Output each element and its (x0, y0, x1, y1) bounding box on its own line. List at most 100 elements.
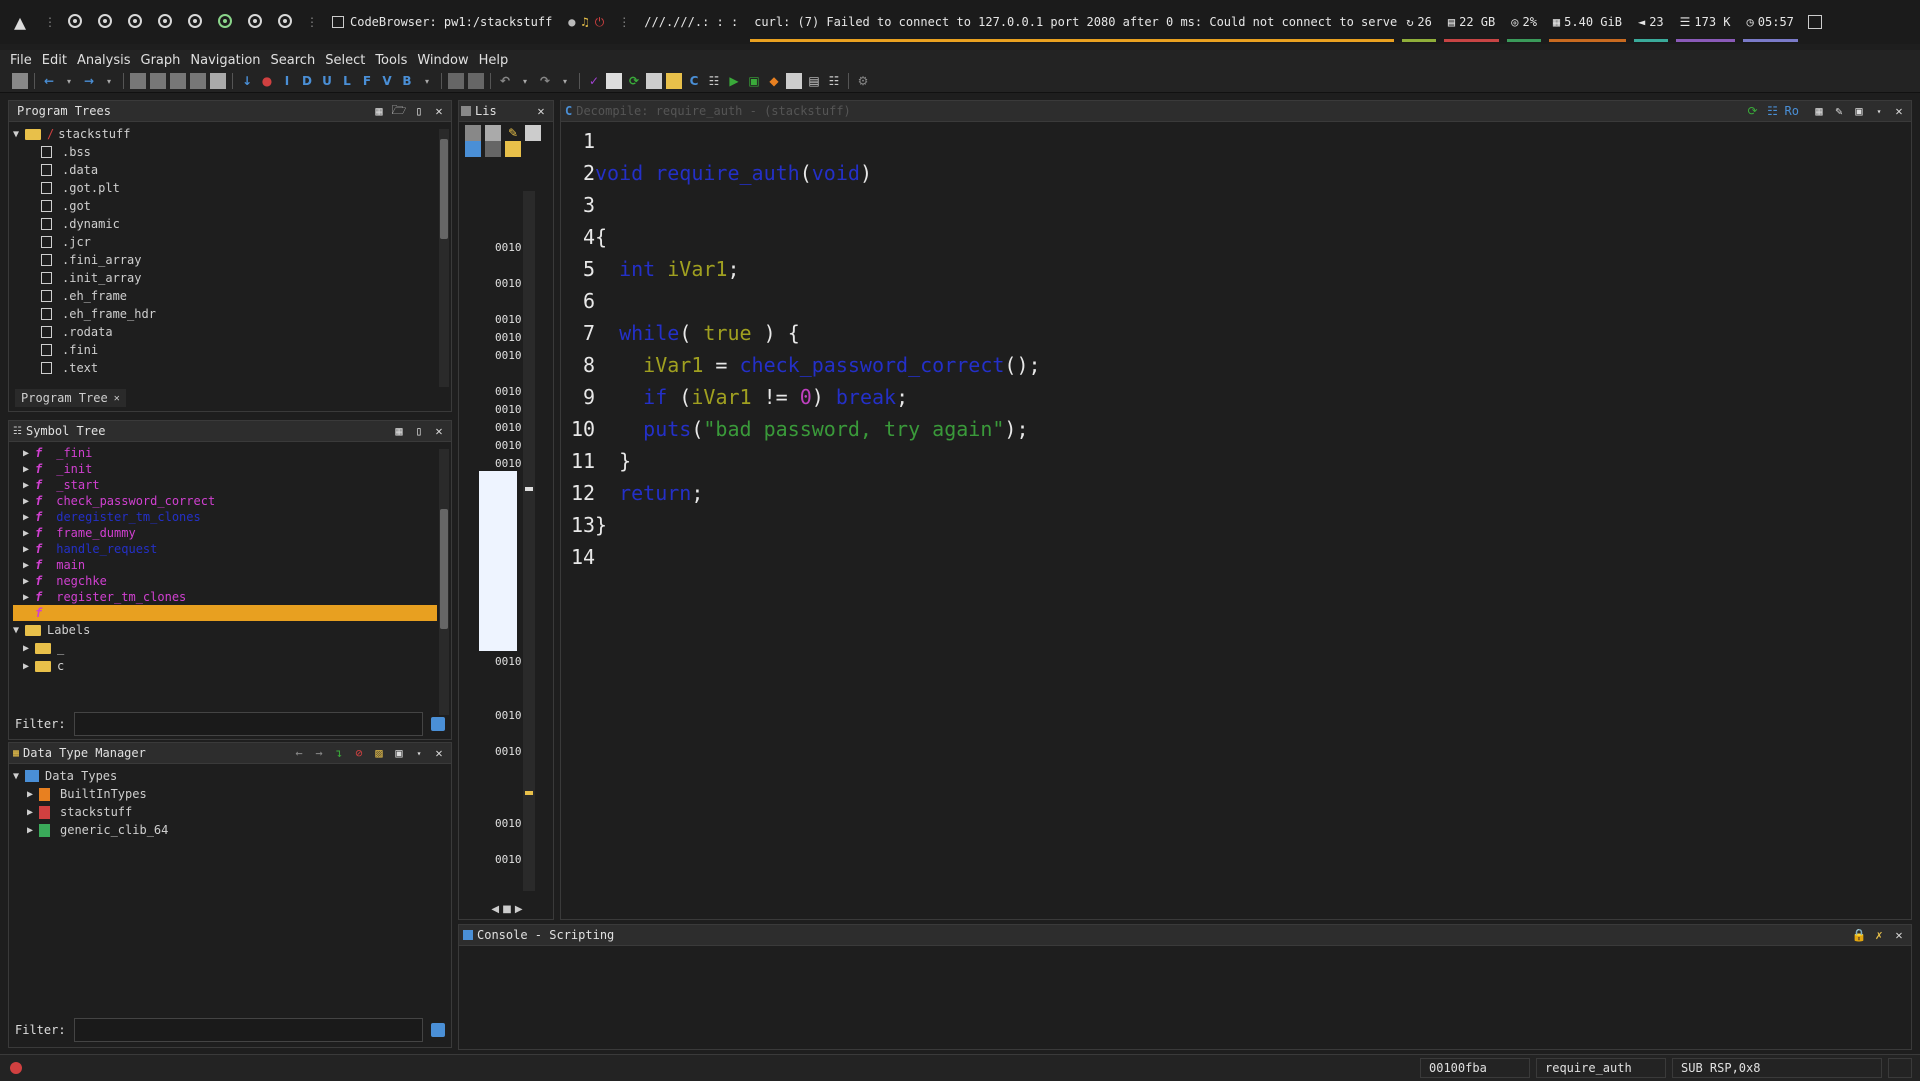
code-line-11[interactable]: 11 } (571, 445, 1041, 477)
listing-address[interactable]: 0010 (495, 745, 522, 758)
program-tree-item[interactable]: .eh_frame (13, 287, 437, 305)
menu-search[interactable]: Search (271, 53, 316, 68)
decompile-icon[interactable]: C (686, 73, 702, 89)
dtm-filter-input[interactable] (73, 1018, 423, 1042)
close-icon[interactable]: ✕ (431, 745, 447, 761)
expand-arrow-icon[interactable]: ▼ (13, 771, 25, 782)
stat-memory[interactable]: ▦ 5.40 GiB (1545, 0, 1630, 44)
code-line-13[interactable]: 13} (571, 509, 1041, 541)
symbol-function-item[interactable]: ▶ f frame_dummy (13, 525, 437, 541)
workspace-6-icon[interactable] (218, 13, 232, 28)
settings-icon[interactable]: ⚙ (855, 73, 871, 89)
refresh-icon[interactable]: ⟳ (1745, 103, 1761, 119)
code-line-4[interactable]: 4{ (571, 221, 1041, 253)
symbol-function-item[interactable]: ▶ f main (13, 557, 437, 573)
toolbar-letter-b-button[interactable]: B (399, 73, 415, 89)
dtm-menu-icon[interactable]: ▾ (411, 745, 427, 761)
code-line-6[interactable]: 6 (571, 285, 1041, 317)
letters-dropdown-icon[interactable]: ▾ (419, 73, 435, 89)
run-icon[interactable]: ▶ (726, 73, 742, 89)
labels-node[interactable]: ▼ Labels (13, 621, 437, 639)
expand-arrow-icon[interactable]: ▶ (27, 825, 39, 836)
undo-icon[interactable]: ↶ (497, 73, 513, 89)
program-tree-item[interactable]: .fini (13, 341, 437, 359)
edit-icon[interactable]: ✎ (1831, 103, 1847, 119)
symbol-function-item[interactable]: ▶ f _fini (13, 445, 437, 461)
symbol-function-item[interactable]: ▶ f check_password_correct (13, 493, 437, 509)
forward-arrow-icon[interactable]: → (81, 73, 97, 89)
menu-navigation[interactable]: Navigation (190, 53, 260, 68)
menu-file[interactable]: File (10, 53, 32, 68)
listing-address[interactable]: 0010 (495, 457, 522, 470)
open-folder-icon[interactable]: 🗁 (391, 103, 407, 119)
listing-address[interactable]: 0010 (495, 241, 522, 254)
nav-icon-4[interactable] (190, 73, 206, 89)
program-tree-item[interactable]: .bss (13, 143, 437, 161)
listing-address[interactable]: 0010 (495, 655, 522, 668)
code-line-12[interactable]: 12 return; (571, 477, 1041, 509)
close-icon[interactable]: ✕ (1891, 103, 1907, 119)
snapshot-icon[interactable]: ▣ (1851, 103, 1867, 119)
diamond-icon[interactable]: ◆ (766, 73, 782, 89)
data-type-archive-item[interactable]: ▶ stackstuff (13, 803, 437, 821)
back-arrow-icon[interactable]: ← (41, 73, 57, 89)
nav-icon-1[interactable] (130, 73, 146, 89)
program-tree-item[interactable]: .init_array (13, 269, 437, 287)
listing-address[interactable]: 0010 (495, 331, 522, 344)
workspace-2-icon[interactable] (98, 13, 112, 28)
redo-icon[interactable]: ↷ (537, 73, 553, 89)
tree-root-stackstuff[interactable]: ▼ / stackstuff (13, 125, 437, 143)
toolbar-letter-v-button[interactable]: V (379, 73, 395, 89)
power-icon[interactable]: ⏻ (595, 15, 605, 30)
toolbar-letter-l-button[interactable]: L (339, 73, 355, 89)
symbol-filter-input[interactable] (73, 712, 423, 736)
dtm-back-icon[interactable]: ← (291, 745, 307, 761)
listing-scrollbar[interactable] (523, 191, 535, 891)
listing-address[interactable]: 0010 (495, 313, 522, 326)
paste-icon[interactable] (485, 125, 501, 141)
code-line-14[interactable]: 14 (571, 541, 1041, 573)
program-tree-tab[interactable]: Program Tree ✕ (15, 389, 126, 407)
listing-address[interactable]: 0010 (495, 853, 522, 866)
workspace-5-icon[interactable] (188, 13, 202, 28)
dtm-arrow-icon[interactable]: ↴ (331, 745, 347, 761)
expand-arrow-icon[interactable]: ▶ (23, 464, 35, 475)
program-tree-scrollbar[interactable] (439, 129, 449, 387)
expand-arrow-icon[interactable]: ▶ (23, 496, 35, 507)
folder-icon[interactable] (666, 73, 682, 89)
down-arrow-icon[interactable]: ↓ (239, 73, 255, 89)
label-folder-item[interactable]: ▶ _ (13, 639, 437, 657)
code-line-9[interactable]: 9 if (iVar1 != 0) break; (571, 381, 1041, 413)
tab-close-icon[interactable]: ✕ (114, 393, 120, 404)
symbol-function-item[interactable]: ▶ f register_tm_clones (13, 589, 437, 605)
listing-address[interactable]: 0010 (495, 403, 522, 416)
code-line-5[interactable]: 5 int iVar1; (571, 253, 1041, 285)
menu-help[interactable]: Help (479, 53, 509, 68)
program-tree-item[interactable]: .jcr (13, 233, 437, 251)
expand-arrow-icon[interactable]: ▼ (13, 129, 25, 140)
code-line-2[interactable]: 2 void require_auth(void) (571, 157, 1041, 189)
menu-icon[interactable]: ▾ (1871, 103, 1887, 119)
symbol-function-item[interactable]: ▶ f handle_request (13, 541, 437, 557)
stat-cpu[interactable]: ◎ 2% (1503, 0, 1545, 44)
graph-icon[interactable]: ☷ (706, 73, 722, 89)
expand-arrow-icon[interactable]: ▶ (27, 807, 39, 818)
nav-icon-3[interactable] (170, 73, 186, 89)
expand-arrow-icon[interactable]: ▶ (23, 528, 35, 539)
clear-console-icon[interactable]: ✗ (1871, 927, 1887, 943)
graph-icon[interactable]: ☷ (1765, 103, 1781, 119)
program-tree-item[interactable]: .data (13, 161, 437, 179)
program-tree-item[interactable]: .eh_frame_hdr (13, 305, 437, 323)
error-status-icon[interactable] (10, 1062, 22, 1074)
script-icon[interactable]: ▤ (806, 73, 822, 89)
tray-icon[interactable] (1807, 15, 1822, 29)
table-icon[interactable] (786, 73, 802, 89)
back-dropdown-icon[interactable]: ▾ (61, 73, 77, 89)
stat-disk[interactable]: ▤ 22 GB (1440, 0, 1503, 44)
check-icon[interactable]: ✓ (586, 73, 602, 89)
workspace-1-icon[interactable] (68, 13, 82, 28)
expand-arrow-icon[interactable]: ▶ (23, 592, 35, 603)
user-icon[interactable]: ● (568, 15, 575, 29)
symbol-function-item[interactable]: ▶ f negchke (13, 573, 437, 589)
save-icon[interactable] (12, 73, 28, 89)
